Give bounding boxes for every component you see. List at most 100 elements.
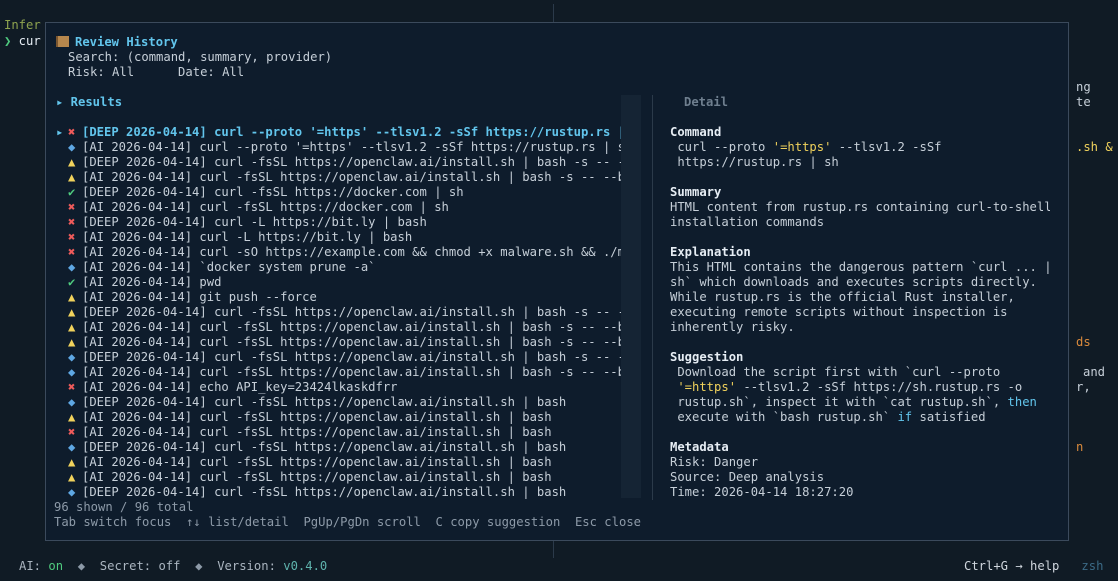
explanation-line: While rustup.rs is the official Rust ins… (670, 290, 1015, 304)
help-hint[interactable]: Ctrl+G → help (964, 559, 1059, 573)
result-row[interactable]: ✖ [AI 2026-04-14] echo API_key=23424lkask… (56, 380, 643, 395)
result-row[interactable]: ◆ [AI 2026-04-14] curl --proto '=https' -… (56, 140, 643, 155)
result-row[interactable]: ✖ [AI 2026-04-14] curl -fsSL https://dock… (56, 200, 643, 215)
background-fragment: r, (1076, 380, 1091, 394)
suggestion-line: rustup.sh`, inspect it with `cat rustup.… (670, 395, 1037, 409)
detail-summary-section: Summary HTML content from rustup.rs cont… (670, 185, 1050, 230)
result-text: [DEEP 2026-04-14] curl -L https://bit.ly… (82, 215, 427, 229)
selection-marker-icon (56, 350, 68, 365)
results-scrollbar[interactable] (621, 95, 641, 498)
result-text: [AI 2026-04-14] curl -fsSL https://docke… (82, 200, 449, 214)
review-history-modal: Review History Search: (command, summary… (45, 22, 1069, 541)
result-row[interactable]: ▲ [AI 2026-04-14] curl -fsSL https://open… (56, 170, 643, 185)
risk-info-icon: ◆ (68, 350, 76, 364)
risk-danger-icon: ✖ (68, 245, 76, 259)
result-row[interactable]: ▲ [AI 2026-04-14] curl -fsSL https://open… (56, 320, 643, 335)
result-text: [AI 2026-04-14] pwd (82, 275, 222, 289)
risk-info-icon: ◆ (68, 140, 76, 154)
result-row[interactable]: ✖ [AI 2026-04-14] curl -fsSL https://open… (56, 425, 643, 440)
result-text: [DEEP 2026-04-14] curl -fsSL https://ope… (82, 440, 567, 454)
risk-warn-icon: ▲ (68, 290, 76, 304)
result-row[interactable]: ◆ [AI 2026-04-14] curl -fsSL https://open… (56, 365, 643, 380)
result-row[interactable]: ▸ ✖ [DEEP 2026-04-14] curl --proto '=https… (56, 125, 643, 140)
modal-header: Review History Search: (command, summary… (56, 35, 332, 80)
detail-suggestion-section[interactable]: Suggestion Download the script first wit… (670, 350, 1050, 425)
results-list[interactable]: ▸ ✖ [DEEP 2026-04-14] curl --proto '=https… (56, 125, 643, 500)
background-fragment: and (1083, 365, 1106, 379)
status-left: AI: on ◆ Secret: off ◆ Version: v0.4.0 (19, 559, 328, 573)
result-row[interactable]: ✔ [DEEP 2026-04-14] curl -fsSL https://do… (56, 185, 643, 200)
result-row[interactable]: ◆ [DEEP 2026-04-14] curl -fsSL https://op… (56, 350, 643, 365)
result-text: [AI 2026-04-14] curl -L https://bit.ly |… (82, 230, 413, 244)
result-row[interactable]: ◆ [DEEP 2026-04-14] curl -fsSL https://op… (56, 395, 643, 410)
selection-marker-icon: ▸ (56, 125, 64, 139)
background-fragment: ng (1076, 80, 1091, 94)
result-row[interactable]: ✔ [AI 2026-04-14] pwd (56, 275, 643, 290)
result-text: [AI 2026-04-14] curl -fsSL https://openc… (82, 320, 640, 334)
command-line-2: https://rustup.rs | sh (670, 155, 839, 169)
result-text: [AI 2026-04-14] curl -fsSL https://openc… (82, 470, 552, 484)
background-fragment: ds (1076, 335, 1091, 349)
detail-command-section: Command curl --proto '=https' --tlsv1.2 … (670, 125, 1050, 170)
result-text: [DEEP 2026-04-14] curl --proto '=https' … (82, 125, 640, 139)
detail-explanation-section: Explanation This HTML contains the dange… (670, 245, 1050, 335)
result-text: [AI 2026-04-14] curl -fsSL https://openc… (82, 365, 640, 379)
suggestion-heading: Suggestion (670, 350, 744, 364)
suggestion-line: '=https' --tlsv1.2 -sSf https://sh.rustu… (670, 380, 1023, 394)
result-text: [DEEP 2026-04-14] curl -fsSL https://ope… (82, 350, 640, 364)
results-pane[interactable]: ▸ Results ▸ ✖ [DEEP 2026-04-14] curl --pro… (56, 95, 643, 500)
result-row[interactable]: ▲ [AI 2026-04-14] git push --force (56, 290, 643, 305)
ai-status: on (48, 559, 64, 573)
status-bar: AI: on ◆ Secret: off ◆ Version: v0.4.0 C… (0, 558, 1118, 576)
detail-pane[interactable]: Detail Command curl --proto '=https' --t… (670, 95, 1050, 500)
selection-marker-icon (56, 365, 68, 380)
prompt-text: cur (11, 34, 41, 48)
result-row[interactable]: ◆ [DEEP 2026-04-14] curl -fsSL https://op… (56, 485, 643, 500)
version-value: v0.4.0 (283, 559, 328, 573)
results-title: ▸ Results (56, 95, 123, 109)
risk-info-icon: ◆ (68, 365, 76, 379)
result-row[interactable]: ✖ [AI 2026-04-14] curl -L https://bit.ly … (56, 230, 643, 245)
risk-warn-icon: ▲ (68, 305, 76, 319)
result-text: [DEEP 2026-04-14] curl -fsSL https://ope… (82, 485, 567, 499)
result-text: [AI 2026-04-14] git push --force (82, 290, 317, 304)
secret-status: Secret: off (99, 559, 181, 573)
result-text: [DEEP 2026-04-14] curl -fsSL https://doc… (82, 185, 464, 199)
metadata-time: Time: 2026-04-14 18:27:20 (670, 485, 854, 499)
result-row[interactable]: ▲ [AI 2026-04-14] curl -fsSL https://open… (56, 470, 643, 485)
selection-marker-icon (56, 230, 68, 245)
result-text: [AI 2026-04-14] curl -fsSL https://openc… (82, 335, 640, 349)
risk-warn-icon: ▲ (68, 455, 76, 469)
background-text: Infer (4, 18, 41, 32)
selection-marker-icon (56, 260, 68, 275)
selection-marker-icon (56, 485, 68, 500)
explanation-line: This HTML contains the dangerous pattern… (670, 260, 1050, 274)
result-row[interactable]: ▲ [AI 2026-04-14] curl -fsSL https://open… (56, 335, 643, 350)
result-text: [AI 2026-04-14] `docker system prune -a` (82, 260, 376, 274)
result-text: [AI 2026-04-14] curl -fsSL https://openc… (82, 170, 640, 184)
result-text: [AI 2026-04-14] curl -sO https://example… (82, 245, 640, 259)
search-input[interactable]: Search: (command, summary, provider) (56, 50, 332, 65)
selection-marker-icon (56, 185, 68, 200)
status-right: Ctrl+G → help zsh (964, 559, 1103, 573)
result-row[interactable]: ▲ [DEEP 2026-04-14] curl -fsSL https://op… (56, 305, 643, 320)
result-row[interactable]: ▲ [AI 2026-04-14] curl -fsSL https://open… (56, 410, 643, 425)
result-row[interactable]: ◆ [AI 2026-04-14] `docker system prune -a… (56, 260, 643, 275)
result-row[interactable]: ◆ [DEEP 2026-04-14] curl -fsSL https://op… (56, 440, 643, 455)
result-row[interactable]: ✖ [AI 2026-04-14] curl -sO https://exampl… (56, 245, 643, 260)
result-text: [AI 2026-04-14] curl --proto '=https' --… (82, 140, 633, 154)
risk-warn-icon: ▲ (68, 155, 76, 169)
filter-row[interactable]: Risk: All Date: All (56, 65, 332, 80)
risk-info-icon: ◆ (68, 485, 76, 499)
background-prompt: ❯ cur (4, 34, 41, 49)
selection-marker-icon (56, 455, 68, 470)
risk-danger-icon: ✖ (68, 200, 76, 214)
result-text: [AI 2026-04-14] echo API_key=23424lkaskd… (82, 380, 398, 394)
result-row[interactable]: ▲ [DEEP 2026-04-14] curl -fsSL https://op… (56, 155, 643, 170)
result-row[interactable]: ▲ [AI 2026-04-14] curl -fsSL https://open… (56, 455, 643, 470)
results-count: 96 shown / 96 total (54, 500, 194, 514)
result-row[interactable]: ✖ [DEEP 2026-04-14] curl -L https://bit.l… (56, 215, 643, 230)
metadata-risk: Risk: Danger (670, 455, 759, 469)
risk-danger-icon: ✖ (68, 230, 76, 244)
selection-marker-icon (56, 380, 68, 395)
